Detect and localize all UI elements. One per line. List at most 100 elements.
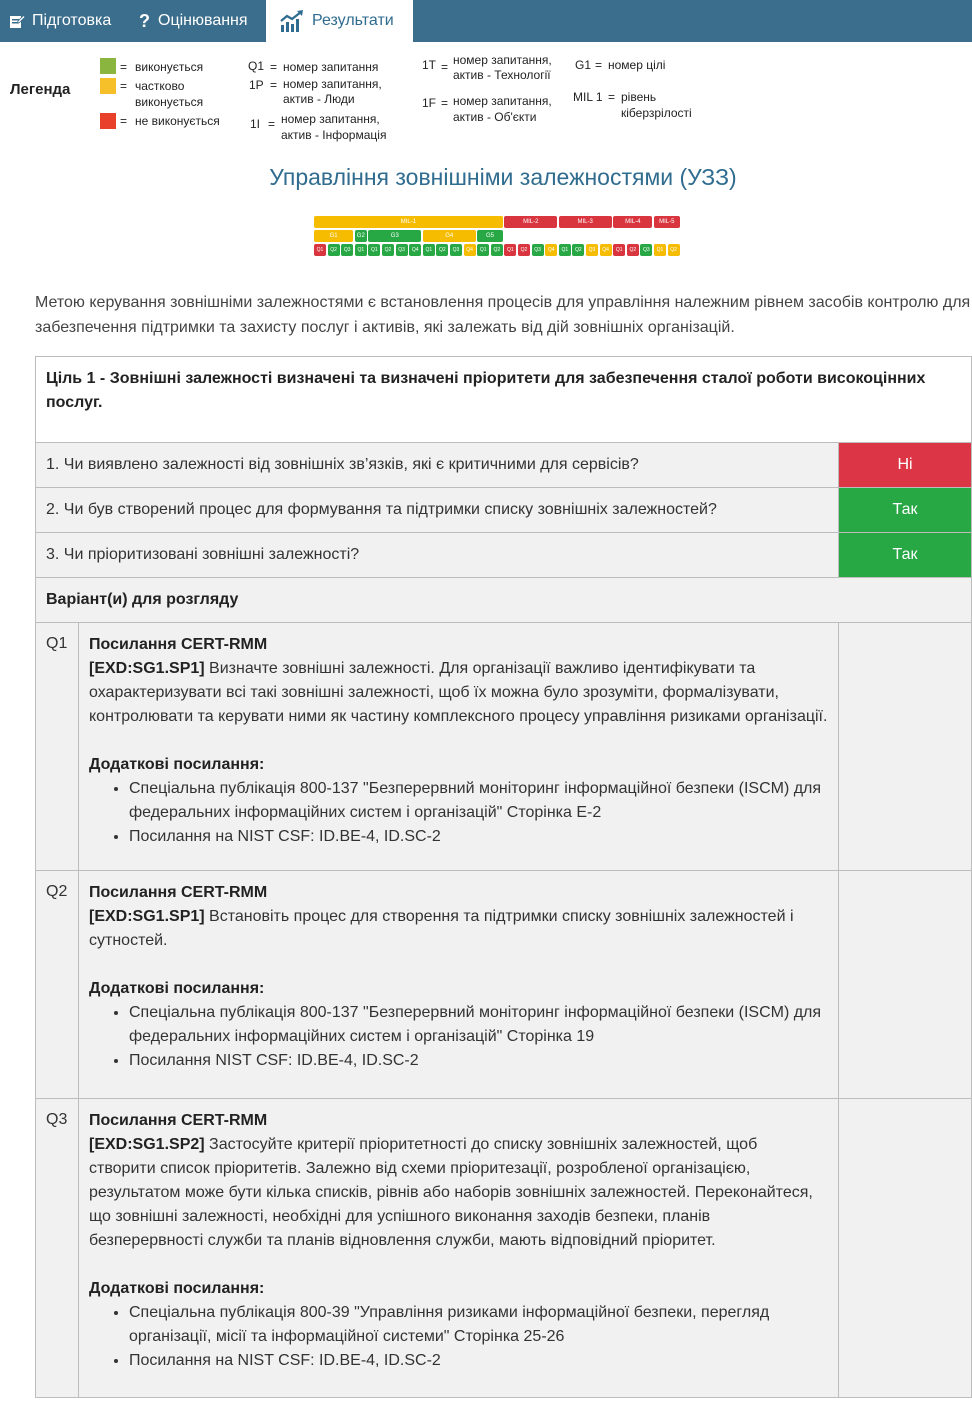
goal-header-row: Ціль 1 - Зовнішні залежності визначені т… [35, 356, 972, 442]
options-heading: Варіант(и) для розгляду [46, 591, 239, 608]
legend-partial-line1: частково [135, 79, 185, 93]
mil-question-box[interactable]: Q2 [518, 244, 530, 256]
intro-text: Метою керування зовнішніми залежностями … [35, 294, 971, 336]
mil-question-box[interactable]: Q1 [558, 244, 571, 256]
legend-1t-val-line1: номер запитання, [453, 53, 552, 67]
mil-goal-box[interactable]: G5 [477, 230, 503, 242]
question-row: 3. Чи пріоритизовані зовнішні залежності… [35, 532, 972, 577]
mil-question-box[interactable]: Q1 [504, 244, 517, 256]
list-item: Спеціальна публікація 800-39 "Управління… [129, 1301, 828, 1349]
legend-1i-val-line2: актив - Інформація [281, 128, 387, 142]
option-id: Q1 [46, 635, 68, 652]
mil-goal-box[interactable]: G4 [422, 230, 476, 242]
legend-implemented: виконується [135, 60, 204, 74]
mil-question-box[interactable]: Q3 [531, 244, 544, 256]
legend-1p-key: 1P [249, 78, 264, 92]
tab-preparation-label: Підготовка [32, 12, 112, 29]
extra-refs-list: Спеціальна публікація 800-39 "Управління… [89, 1301, 828, 1373]
legend-mil-val-line2: кіберзрілості [621, 106, 692, 120]
mil-question-box[interactable]: Q1 [613, 244, 626, 256]
mil-question-box[interactable]: Q4 [463, 244, 476, 256]
list-item: Посилання NIST CSF: ID.BE-4, ID.SC-2 [129, 1049, 828, 1073]
list-item: Посилання на NIST CSF: ID.BE-4, ID.SC-2 [129, 1349, 828, 1373]
mil-question-box[interactable]: Q2 [667, 244, 680, 256]
question-row: 1. Чи виявлено залежності від зовнішніх … [35, 442, 972, 487]
mil-question-box[interactable]: Q1 [477, 244, 490, 256]
legend-eq: = [120, 79, 128, 93]
page-title: Управління зовнішніми залежностями (УЗЗ) [269, 164, 737, 190]
option-row-q3: Q3 Посилання CERT-RMM [EXD:SG1.SP2] Заст… [35, 1098, 972, 1398]
mil-question-box[interactable]: Q4 [545, 244, 558, 256]
legend-eq: = [270, 78, 278, 92]
mil-goal-box[interactable]: G3 [368, 230, 422, 242]
mil-level-box[interactable]: MIL-4 [613, 216, 653, 228]
mil-question-box[interactable]: Q2 [490, 244, 503, 256]
legend-partial-line2: виконується [135, 95, 204, 109]
options-heading-row: Варіант(и) для розгляду [35, 577, 972, 622]
legend-1t-val-line2: актив - Технології [453, 68, 551, 82]
legend-1t-key: 1T [422, 58, 437, 72]
mil-question-box[interactable]: Q2 [572, 244, 585, 256]
answer-badge[interactable]: Ні [838, 443, 971, 487]
mil-question-box[interactable]: Q2 [436, 244, 449, 256]
mil-level-box[interactable]: MIL-3 [558, 216, 612, 228]
extra-refs-title: Додаткові посилання: [89, 756, 265, 773]
legend-mil-val-line1: рівень [621, 90, 657, 104]
mil-question-box[interactable]: Q1 [422, 244, 435, 256]
mil-level-box[interactable]: MIL-1 [314, 216, 503, 228]
option-row-q2: Q2 Посилання CERT-RMM [EXD:SG1.SP1] Вста… [35, 870, 972, 1098]
mil-level-box[interactable]: MIL-2 [504, 216, 558, 228]
mil-question-box[interactable]: Q2 [382, 244, 394, 256]
mil-question-box[interactable]: Q1 [654, 244, 666, 256]
question-row: 2. Чи був створений процес для формуванн… [35, 487, 972, 532]
option-body: Посилання CERT-RMM [EXD:SG1.SP2] Застосу… [78, 1099, 839, 1397]
mil-question-box[interactable]: Q3 [395, 244, 408, 256]
question-text: 1. Чи виявлено залежності від зовнішніх … [46, 456, 639, 473]
chart-icon [280, 10, 303, 32]
tab-results[interactable]: Результати [266, 0, 413, 44]
ref-code: [EXD:SG1.SP2] [89, 1136, 205, 1153]
mil-question-box[interactable]: Q1 [354, 244, 367, 256]
tab-preparation[interactable]: Підготовка [9, 0, 111, 42]
mil-question-box[interactable]: Q1 [314, 244, 326, 256]
mil-question-box[interactable]: Q4 [409, 244, 422, 256]
ref-code: [EXD:SG1.SP1] [89, 660, 205, 677]
top-nav: Підготовка ? Оцінювання Результати [0, 0, 972, 44]
legend-eq: = [595, 58, 603, 72]
legend-q1-val: номер запитання [283, 60, 379, 74]
mil-goal-box[interactable]: G2 [354, 230, 367, 242]
list-item: Посилання на NIST CSF: ID.BE-4, ID.SC-2 [129, 825, 828, 849]
mil-question-box[interactable]: Q3 [450, 244, 462, 256]
legend-1i-val-line1: номер запитання, [281, 112, 380, 126]
legend-1f-val-line1: номер запитання, [453, 94, 552, 108]
tab-assessment[interactable]: ? Оцінювання [139, 0, 248, 42]
legend-title: Легенда [10, 81, 71, 98]
mil-goal-box[interactable]: G1 [314, 230, 354, 242]
legend-eq: = [120, 60, 128, 74]
option-id: Q3 [46, 1111, 68, 1128]
mil-question-box[interactable]: Q3 [586, 244, 598, 256]
legend-q1-key: Q1 [248, 59, 265, 73]
legend-1f-val-line2: актив - Об'єкти [453, 110, 537, 124]
question-text: 3. Чи пріоритизовані зовнішні залежності… [46, 546, 360, 563]
tab-assessment-label: Оцінювання [158, 12, 248, 29]
mil-question-box[interactable]: Q4 [599, 244, 612, 256]
answer-badge[interactable]: Так [838, 488, 971, 532]
mil-question-box[interactable]: Q3 [640, 244, 653, 256]
legend-1p-val-line2: актив - Люди [283, 92, 355, 106]
option-row-q1: Q1 Посилання CERT-RMM [EXD:SG1.SP1] Визн… [35, 622, 972, 870]
extra-refs-list: Спеціальна публікація 800-137 "Безперерв… [89, 1001, 828, 1073]
legend-swatch-implemented [100, 58, 116, 74]
legend-g1-val: номер цілі [608, 58, 666, 72]
answer-badge[interactable]: Так [838, 533, 971, 577]
ref-title: Посилання CERT-RMM [89, 884, 268, 901]
legend-eq: = [441, 96, 449, 110]
legend-eq: = [270, 60, 278, 74]
mil-question-box[interactable]: Q2 [626, 244, 639, 256]
mil-question-box[interactable]: Q1 [368, 244, 381, 256]
mil-question-box[interactable]: Q3 [341, 244, 354, 256]
extra-refs-list: Спеціальна публікація 800-137 "Безперерв… [89, 777, 828, 849]
mil-level-box[interactable]: MIL-5 [654, 216, 680, 228]
legend-1f-key: 1F [422, 96, 437, 110]
mil-question-box[interactable]: Q2 [327, 244, 340, 256]
